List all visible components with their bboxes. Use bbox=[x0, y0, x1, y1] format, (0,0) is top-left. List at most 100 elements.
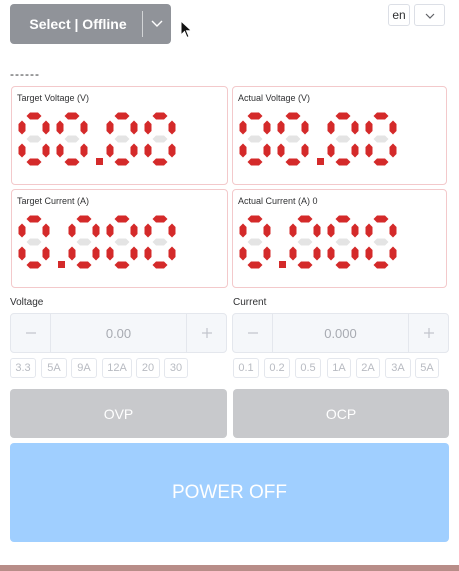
digit-segment-e bbox=[18, 143, 26, 158]
digit-segment-c bbox=[351, 143, 359, 158]
mouse-cursor-icon bbox=[180, 20, 193, 39]
current-preset-button[interactable]: 3A bbox=[385, 358, 411, 378]
digit-segment-a bbox=[297, 215, 313, 223]
digit-segment-b bbox=[92, 223, 100, 238]
voltage-label: Voltage bbox=[10, 297, 44, 308]
current-preset-button[interactable]: 1A bbox=[327, 358, 351, 378]
digit-segment-c bbox=[80, 143, 88, 158]
decimal-point-segment bbox=[317, 158, 324, 165]
digit-segment-a bbox=[76, 215, 92, 223]
digit-segment-g bbox=[335, 238, 351, 246]
current-preset-button[interactable]: 0.5 bbox=[295, 358, 321, 378]
digit-segment-d bbox=[26, 158, 42, 166]
digit-segment-g bbox=[114, 238, 130, 246]
digit-segment-e bbox=[365, 143, 373, 158]
digit-segment-c bbox=[42, 143, 50, 158]
voltage-preset-button[interactable]: 9A bbox=[71, 358, 97, 378]
bottom-bar bbox=[0, 565, 459, 571]
digit-segment-a bbox=[335, 112, 351, 120]
digit-segment-b bbox=[263, 223, 271, 238]
digit-segment-d bbox=[335, 261, 351, 269]
digit-segment-a bbox=[152, 112, 168, 120]
status-text: ------ bbox=[10, 67, 40, 81]
chevron-down-icon[interactable] bbox=[143, 20, 171, 28]
language-select[interactable]: en bbox=[388, 4, 410, 26]
digit-segment-c bbox=[130, 246, 138, 261]
digit-segment-e bbox=[68, 246, 76, 261]
digit-segment-a bbox=[114, 112, 130, 120]
digit-segment-b bbox=[389, 223, 397, 238]
voltage-preset-button[interactable]: 5A bbox=[41, 358, 67, 378]
current-increment-button[interactable] bbox=[408, 314, 448, 352]
digit-segment-f bbox=[327, 120, 335, 135]
digit-segment-d bbox=[373, 158, 389, 166]
digit-segment-b bbox=[389, 120, 397, 135]
digit-segment-f bbox=[18, 223, 26, 238]
digit-segment-d bbox=[26, 261, 42, 269]
digit-segment-d bbox=[114, 261, 130, 269]
current-decrement-button[interactable] bbox=[233, 314, 273, 352]
voltage-preset-button[interactable]: 3.3 bbox=[10, 358, 36, 378]
digit-segment-f bbox=[365, 120, 373, 135]
actual-current-panel: Actual Current (A) 0 bbox=[232, 189, 447, 288]
digit-segment-g bbox=[64, 135, 80, 143]
digit-segment-b bbox=[42, 223, 50, 238]
digit-segment-b bbox=[130, 223, 138, 238]
voltage-stepper[interactable]: 0.00 bbox=[10, 313, 227, 353]
voltage-preset-button[interactable]: 12A bbox=[102, 358, 132, 378]
decimal-point-segment bbox=[279, 261, 286, 268]
digit-segment-a bbox=[114, 215, 130, 223]
digit-segment-g bbox=[247, 135, 263, 143]
digit-segment-f bbox=[106, 223, 114, 238]
plus-icon bbox=[201, 322, 213, 345]
voltage-input[interactable]: 0.00 bbox=[51, 314, 186, 352]
digit-segment-c bbox=[313, 246, 321, 261]
digit-segment-e bbox=[144, 246, 152, 261]
digit-segment-a bbox=[373, 215, 389, 223]
digit-segment-c bbox=[263, 246, 271, 261]
minus-icon bbox=[247, 322, 259, 345]
current-stepper[interactable]: 0.000 bbox=[232, 313, 449, 353]
target-voltage-panel: Target Voltage (V) bbox=[11, 86, 228, 185]
current-preset-button[interactable]: 0.1 bbox=[233, 358, 259, 378]
language-dropdown-button[interactable] bbox=[414, 4, 445, 26]
digit-segment-f bbox=[68, 223, 76, 238]
digit-segment-e bbox=[277, 143, 285, 158]
digit-segment-a bbox=[26, 112, 42, 120]
digit-segment-e bbox=[18, 246, 26, 261]
voltage-preset-button[interactable]: 20 bbox=[136, 358, 160, 378]
digit-segment-c bbox=[351, 246, 359, 261]
chevron-down-icon bbox=[425, 6, 435, 24]
ovp-button[interactable]: OVP bbox=[10, 389, 227, 438]
digit-segment-a bbox=[247, 112, 263, 120]
target-voltage-label: Target Voltage (V) bbox=[17, 93, 90, 103]
current-preset-button[interactable]: 2A bbox=[356, 358, 380, 378]
digit-segment-c bbox=[389, 246, 397, 261]
power-button[interactable]: POWER OFF bbox=[10, 443, 449, 542]
current-preset-button[interactable]: 5A bbox=[415, 358, 439, 378]
current-input[interactable]: 0.000 bbox=[273, 314, 408, 352]
ocp-button[interactable]: OCP bbox=[233, 389, 449, 438]
digit-segment-e bbox=[289, 246, 297, 261]
digit-segment-a bbox=[373, 112, 389, 120]
digit-segment-b bbox=[313, 223, 321, 238]
digit-segment-f bbox=[239, 223, 247, 238]
digit-segment-d bbox=[247, 261, 263, 269]
voltage-preset-button[interactable]: 30 bbox=[164, 358, 188, 378]
voltage-decrement-button[interactable] bbox=[11, 314, 51, 352]
digit-segment-d bbox=[247, 158, 263, 166]
digit-segment-g bbox=[114, 135, 130, 143]
voltage-increment-button[interactable] bbox=[186, 314, 226, 352]
digit-segment-b bbox=[80, 120, 88, 135]
digit-segment-g bbox=[373, 238, 389, 246]
digit-segment-f bbox=[289, 223, 297, 238]
digit-segment-g bbox=[26, 238, 42, 246]
digit-segment-g bbox=[335, 135, 351, 143]
digit-segment-c bbox=[301, 143, 309, 158]
device-select-button[interactable]: Select | Offline bbox=[10, 4, 171, 44]
current-preset-button[interactable]: 0.2 bbox=[264, 358, 290, 378]
digit-segment-e bbox=[239, 246, 247, 261]
digit-segment-c bbox=[168, 143, 176, 158]
digit-segment-b bbox=[351, 120, 359, 135]
digit-segment-e bbox=[327, 246, 335, 261]
